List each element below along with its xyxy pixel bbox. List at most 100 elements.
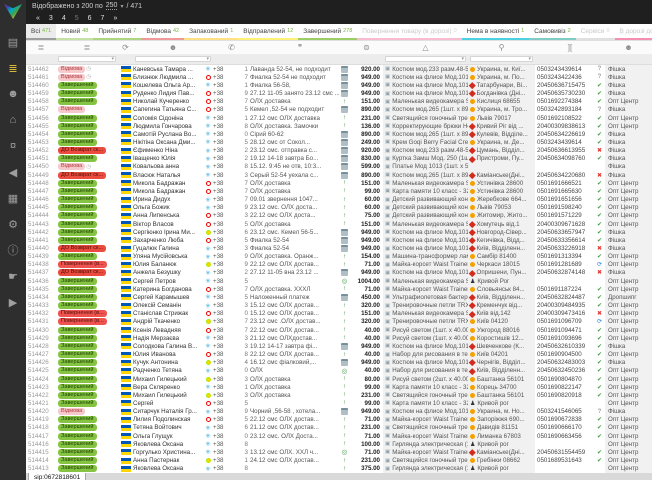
order-row[interactable]: 514431Повернення (в...Андрій Ткаченко+38…: [26, 318, 652, 326]
order-row[interactable]: 514425ЗавершенийРадченко Тетяна✳+380ОЛХ◎…: [26, 367, 652, 375]
order-row[interactable]: 514453ЗавершенийНікітіна Оксана Дми...✳+…: [26, 138, 652, 146]
tab-Повернення товару (в дорозі)[interactable]: Повернення товару (в дорозі)0: [357, 24, 461, 40]
column-id-header[interactable]: ≣: [26, 41, 56, 54]
order-row[interactable]: 514422ЗавершенийМихаил Гилецький+383ОЛХ …: [26, 391, 652, 399]
order-row[interactable]: 514432Повернення (в...Станіслав Стрижак+…: [26, 310, 652, 318]
order-row[interactable]: 514428ЗавершенийСолодкова Галина В...✳+3…: [26, 342, 652, 350]
order-row[interactable]: 514440ДО Возврат ск...Гуцалюк Галина✳+38…: [26, 244, 652, 252]
order-row[interactable]: 514413ЗавершенийЯковлева Оксана✳+388↑375…: [26, 465, 652, 473]
order-row[interactable]: 514454ЗавершенийСамотій Руслана Во...✳+3…: [26, 130, 652, 138]
order-row[interactable]: 514443ЗавершенийВіктор Власов+385ОЛХ дос…: [26, 220, 652, 228]
tab-Сервіси[interactable]: Сервіси0: [576, 24, 615, 40]
order-row[interactable]: 514445ЗавершенийОльга Божик✳+38923.12 см…: [26, 204, 652, 212]
order-row[interactable]: 514424ЗавершенийМихаил Гилецький+383ОЛХ …: [26, 375, 652, 383]
announcements-icon[interactable]: ◀: [0, 159, 26, 185]
order-row[interactable]: 514447ЗавершенийМикола Бадражан+387ОЛХ д…: [26, 187, 652, 195]
column-payment-header[interactable]: ⊜: [350, 41, 383, 54]
column-phone-header[interactable]: ✆: [213, 41, 250, 54]
order-row[interactable]: 514441ЗавершенийЗахарченко Люба+385Фиалк…: [26, 236, 652, 244]
order-row[interactable]: 514417ЗавершенийОльга Глущук✳+38023.12 с…: [26, 432, 652, 440]
dashboard-icon[interactable]: ▤: [0, 29, 26, 55]
order-row[interactable]: 514442ЗавершенийСергіюнко Ірина Ми...+38…: [26, 228, 652, 236]
country-flag-cell: [118, 253, 133, 261]
order-row[interactable]: 514461Відмова◷Близнюк Людмила ...+387Фиа…: [26, 73, 652, 81]
tab-Самовивіз[interactable]: Самовивіз2: [529, 24, 576, 40]
column-manager-header[interactable]: ☻: [605, 41, 652, 54]
ukraine-flag-icon: [121, 107, 131, 113]
pager-nav-icon[interactable]: «: [36, 15, 40, 22]
order-row[interactable]: 514452ДО Возврат ск...Єфименко Ніна✳+382…: [26, 147, 652, 155]
page-number[interactable]: 7: [101, 15, 105, 22]
order-row[interactable]: 514433ЗавершенийОлексій Семанін✳+38315.1…: [26, 302, 652, 310]
statistics-icon[interactable]: ▦: [0, 185, 26, 211]
order-row[interactable]: 514423ЗавершенийВера Скляренко✳+381ОЛХ д…: [26, 383, 652, 391]
order-row[interactable]: 514437ДО Возврат ск...Анжела Безушку✳+38…: [26, 269, 652, 277]
order-row[interactable]: 514457ВідмоваСапегина Татьяна С...+385Ке…: [26, 106, 652, 114]
order-row[interactable]: 514448ЗавершенийМикола Бадражан+387ОЛХ д…: [26, 179, 652, 187]
tab-Нема в наявності[interactable]: Нема в наявності1: [462, 24, 530, 40]
order-row[interactable]: 514451ЗавершенийІващенко Юлія✳+38219.12 …: [26, 155, 652, 163]
page-number[interactable]: 6: [88, 15, 92, 22]
tab-Запакований[interactable]: Запакований1: [184, 24, 238, 40]
column-status-header[interactable]: ≣: [56, 41, 118, 54]
column-address-header-filter-input[interactable]: ▾: [470, 56, 533, 62]
order-row[interactable]: 514439ЗавершенийУляна Мусійовська✳+389ОЛ…: [26, 253, 652, 261]
order-row[interactable]: 514421ЗавершенийСергей+385↑99.00▣Карта п…: [26, 399, 652, 407]
column-ttn-header[interactable]: ][: [535, 41, 605, 54]
clients-icon[interactable]: ☻: [0, 81, 26, 107]
info-icon[interactable]: ⓘ: [0, 237, 26, 263]
order-row[interactable]: 514427ЗавершенийЮлия Иванова+38822.12 см…: [26, 350, 652, 358]
order-row[interactable]: 514420ВідмоваСитарчук Наталія Гр...✳+389…: [26, 408, 652, 416]
column-address-header[interactable]: ⚲: [468, 41, 535, 54]
order-row[interactable]: 514435ЗавершенийКатерина Богданова+387ОЛ…: [26, 285, 652, 293]
tab-Прийнятий[interactable]: Прийнятий7: [93, 24, 141, 40]
tab-Новий[interactable]: Новий48: [56, 24, 93, 40]
tab-В дорозі додому[interactable]: В дорозі додому0: [615, 24, 652, 40]
order-row[interactable]: 514418ЗавершенийТетяна Войтович✳+38621.1…: [26, 424, 652, 432]
pager-nav-icon[interactable]: »: [113, 15, 117, 22]
order-row[interactable]: 514434ЗавершенийСергей Карамышев✳+385Нал…: [26, 293, 652, 301]
column-client-header[interactable]: ☻: [133, 41, 213, 54]
tab-Всі[interactable]: Всі471: [26, 24, 56, 40]
tab-Завершений[interactable]: Завершений278: [298, 24, 357, 40]
order-row[interactable]: 514459ЗавершенийРуденко Лидия Пав...+389…: [26, 89, 652, 97]
order-row[interactable]: 514458ЗавершенийНиколай Кучеренко+387ОЛХ…: [26, 98, 652, 106]
column-products-header[interactable]: △: [383, 41, 468, 54]
order-row[interactable]: 514416ЗавершенийЯковлева Оксана✳+388↑100…: [26, 440, 652, 448]
column-client-header-filter-input[interactable]: ▾: [135, 56, 211, 62]
page-number[interactable]: 3: [49, 15, 53, 22]
page-number[interactable]: 5: [75, 15, 79, 22]
order-row[interactable]: 514444ЗавершенийАнна Липенська+38322.12 …: [26, 212, 652, 220]
page-size-dropdown[interactable]: 250: [106, 2, 118, 10]
column-status-header-filter-input[interactable]: ▾: [58, 56, 116, 62]
page-number[interactable]: 4: [62, 15, 66, 22]
order-row[interactable]: 514429ЗавершенийНадія Мерзаєва✳+38321.12…: [26, 334, 652, 342]
column-products-header-filter-input[interactable]: ▾: [385, 56, 466, 62]
orders-icon[interactable]: ≣: [0, 55, 26, 81]
column-call-header[interactable]: ⟳: [118, 41, 133, 54]
order-row[interactable]: 514449ДО Возврат ск...Власюк Наталья✳+38…: [26, 171, 652, 179]
order-row[interactable]: 514446ЗавершенийИрина Дидух✳+38709.01 зв…: [26, 196, 652, 204]
video-tutorial-icon[interactable]: ▶: [0, 289, 26, 315]
order-row[interactable]: 514436ЗавершенийСергей Петров✳+385◎1004.…: [26, 277, 652, 285]
product-box-icon: ▣: [385, 303, 390, 309]
order-row[interactable]: 514455ЗавершенийЛюдмила Гончарова✳+388ОЛ…: [26, 122, 652, 130]
order-row[interactable]: 514460ЗавершенийКошелева Ольга Ар...✳+38…: [26, 81, 652, 89]
settings-icon[interactable]: ⚙: [0, 211, 26, 237]
tab-Відправлений[interactable]: Відправлений12: [238, 24, 298, 40]
order-row[interactable]: 514415ЗавершенийГоргулько Христина...✳+3…: [26, 448, 652, 456]
order-row[interactable]: 514419ЗавершенийЛилия Подолинская+38522.…: [26, 416, 652, 424]
order-row[interactable]: 514450Відмова◷Ковальова анна✳+38815.12. …: [26, 163, 652, 171]
support-icon[interactable]: ☛: [0, 263, 26, 289]
cod-payment-icon: ↑: [343, 417, 346, 423]
order-row[interactable]: 514414ЗавершенийАнна Пастернак+38124.12 …: [26, 457, 652, 465]
finance-icon[interactable]: ¤: [0, 133, 26, 159]
store-icon[interactable]: ⌂: [0, 107, 26, 133]
order-row[interactable]: 514438Повернення (в...Юлия Баланюк+38922…: [26, 261, 652, 269]
tab-Відмова[interactable]: Відмова42: [141, 24, 184, 40]
order-row[interactable]: 514426ЗавершенийКучук Антонина+38416.12 …: [26, 359, 652, 367]
column-comment-header[interactable]: ❞: [250, 41, 350, 54]
order-row[interactable]: 514456ЗавершенийСоломія Сідоніна✳+38127.…: [26, 114, 652, 122]
order-row[interactable]: 514462Відмова◷Каневська Тамара ...✳+381Л…: [26, 65, 652, 73]
order-row[interactable]: 514430ЗавершенийКсенія Левадняя+38722.12…: [26, 326, 652, 334]
